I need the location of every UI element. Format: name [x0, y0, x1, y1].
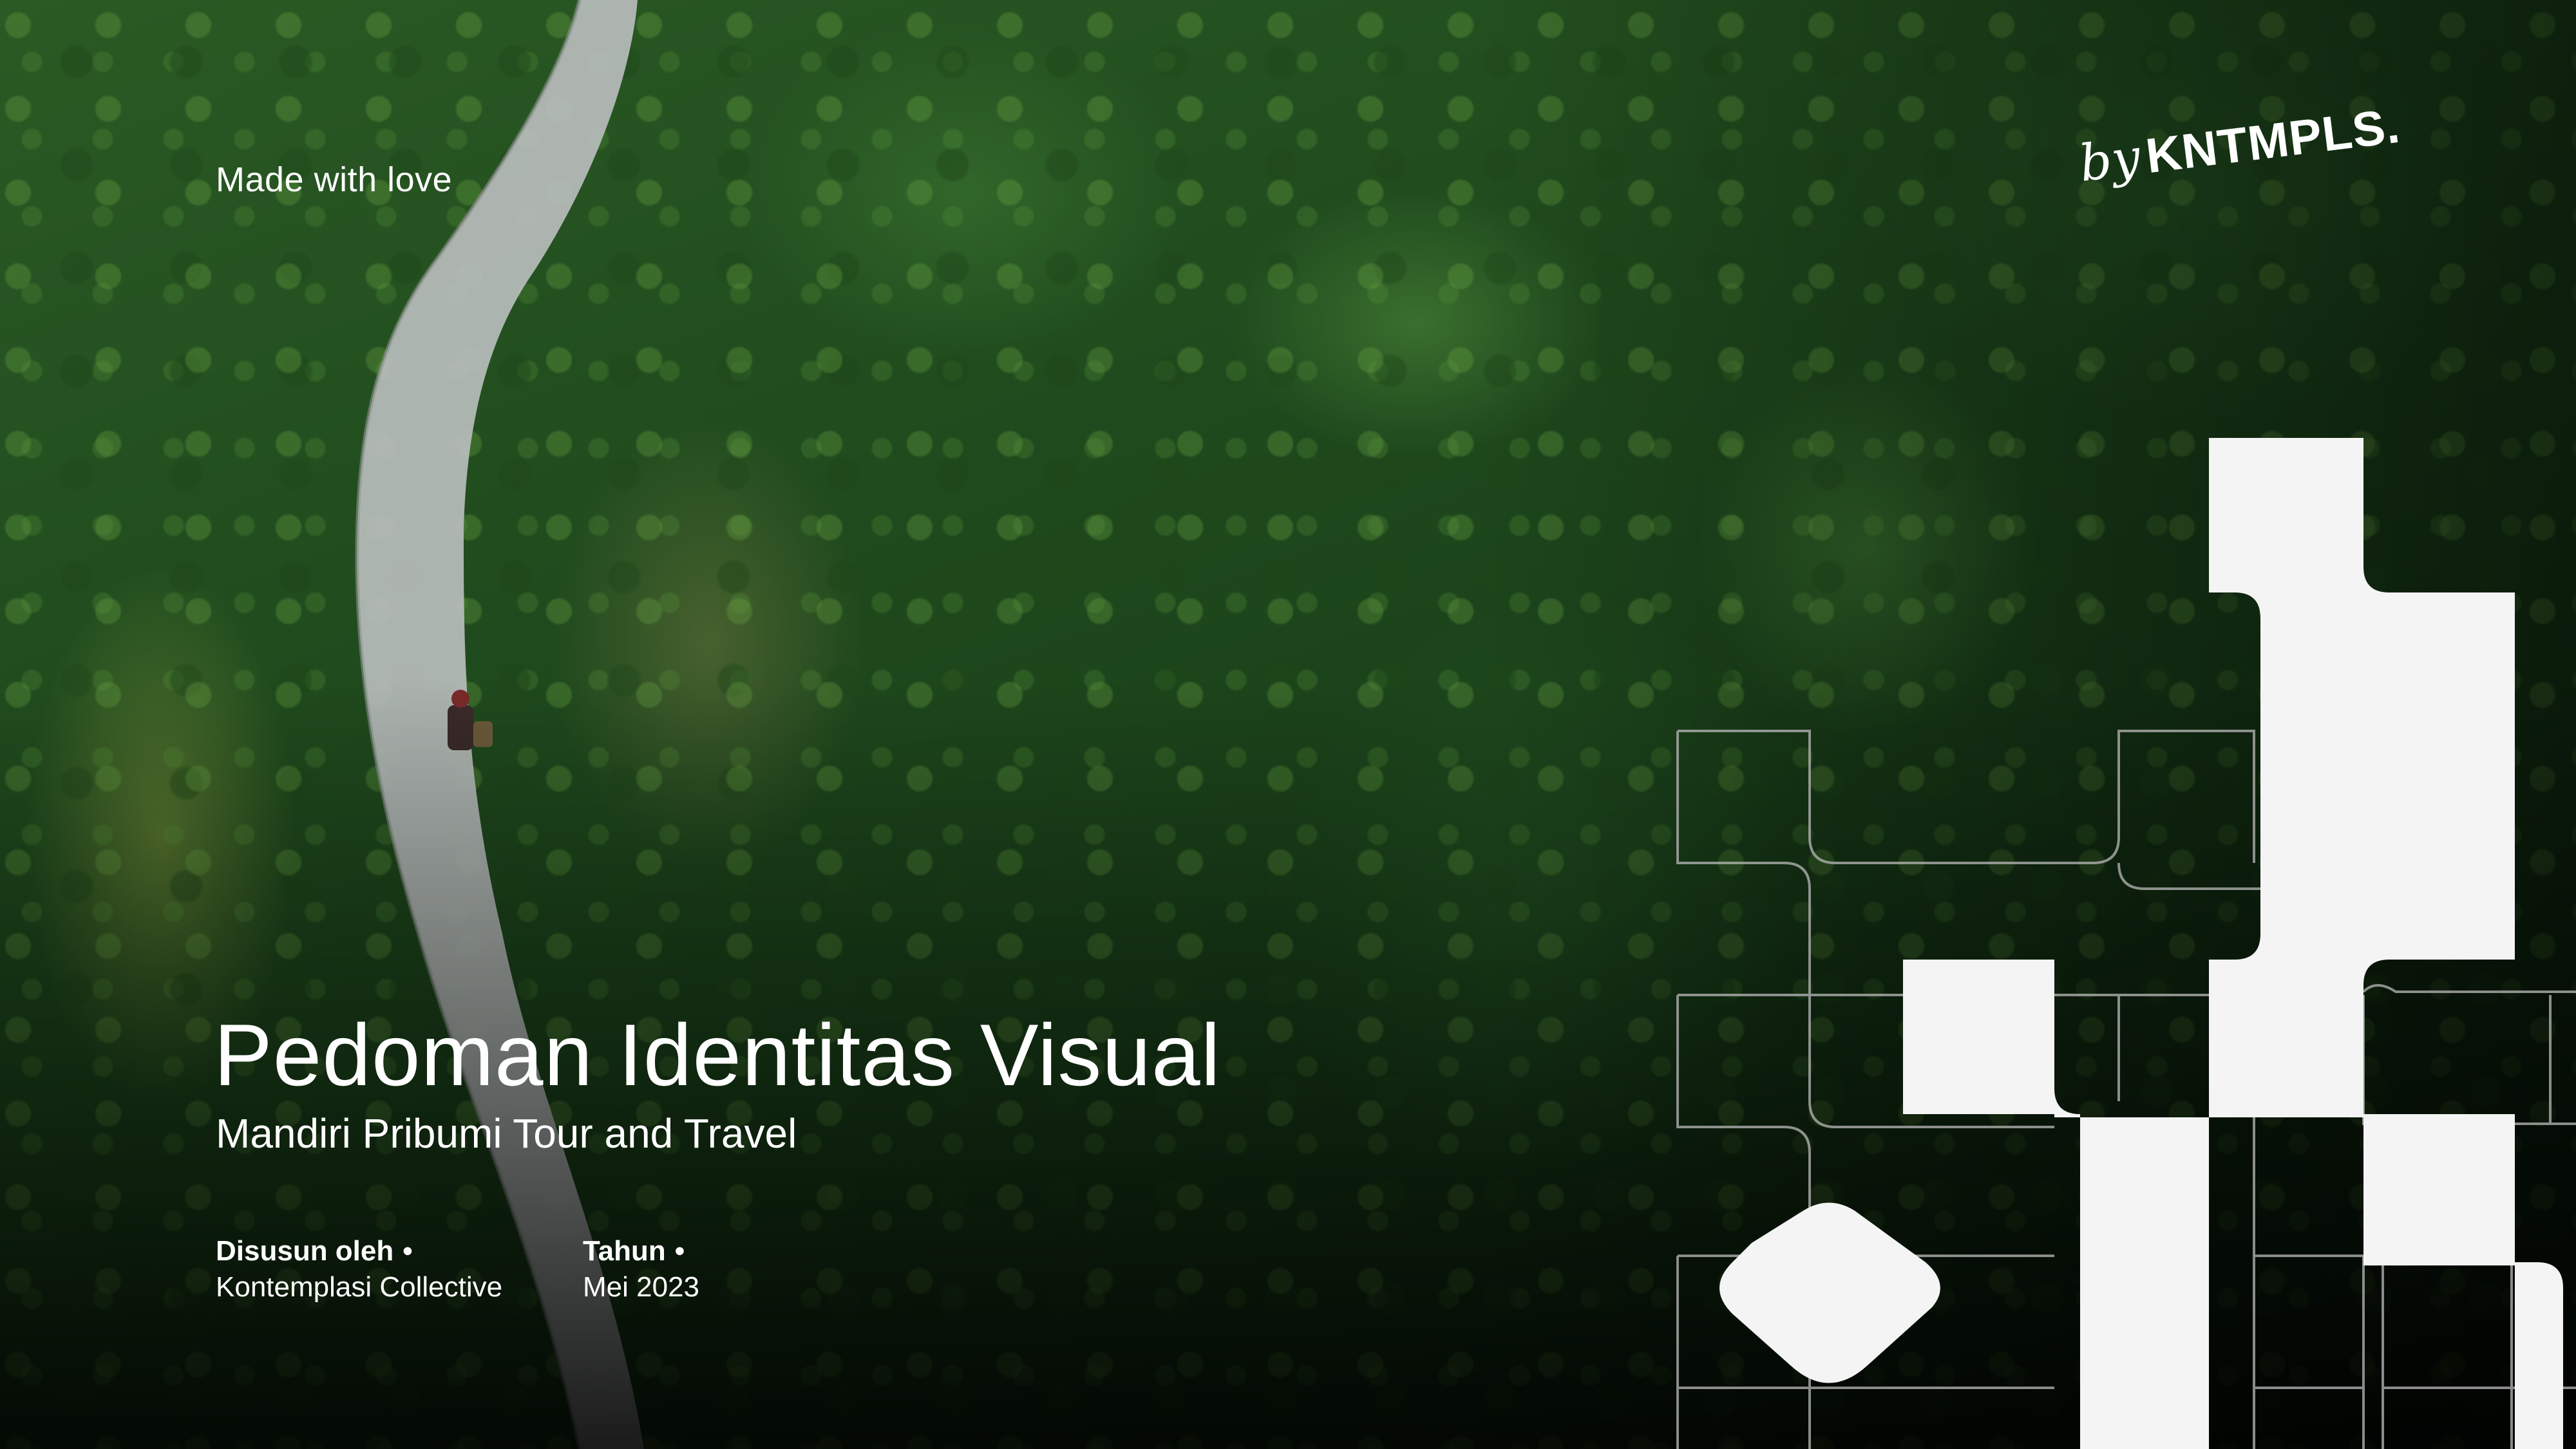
page-title: Pedoman Identitas Visual	[214, 1006, 1221, 1104]
author-value: Kontemplasi Collective	[216, 1271, 503, 1303]
year-value: Mei 2023	[583, 1271, 700, 1303]
author-block: Disusun oleh • Kontemplasi Collective	[216, 1233, 502, 1305]
author-separator: •	[402, 1235, 413, 1267]
year-label: Tahun	[583, 1235, 666, 1267]
author-label: Disusun oleh	[216, 1235, 394, 1267]
tagline: Made with love	[216, 160, 453, 199]
year-block: Tahun • Mei 2023	[583, 1233, 699, 1305]
page-subtitle: Mandiri Pribumi Tour and Travel	[216, 1110, 797, 1157]
cover-slide: Made with love by KNTMPLS. Pedoman Ident…	[0, 0, 2576, 1449]
by-prefix: by	[2076, 128, 2144, 193]
year-separator: •	[674, 1235, 685, 1267]
